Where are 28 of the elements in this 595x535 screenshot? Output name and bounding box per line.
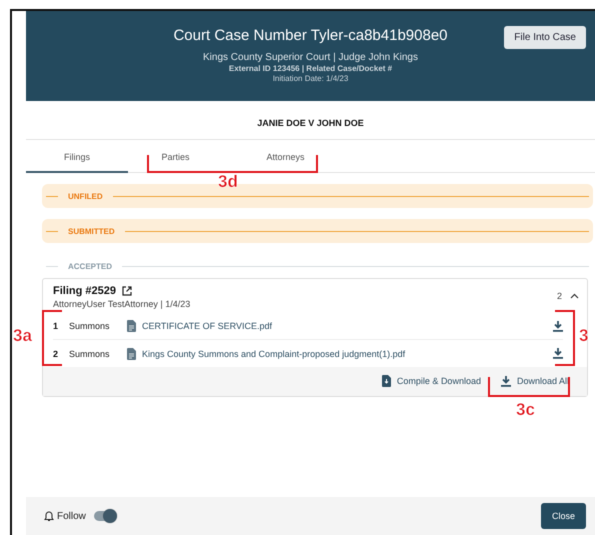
document-count: 2 <box>556 291 562 301</box>
document-type: Summons <box>69 321 111 331</box>
tab[interactable]: Filings <box>26 140 128 173</box>
status-label: SUBMITTED <box>68 226 115 236</box>
file-into-case-button[interactable]: File Into Case <box>504 26 586 49</box>
ids-line: External ID 123456 | Related Case/Docket # <box>228 64 392 73</box>
compile-download-button[interactable]: Compile & Download <box>382 375 481 387</box>
annotation-label: 3c <box>516 400 535 420</box>
tab[interactable]: Attorneys <box>223 140 348 173</box>
close-button[interactable]: Close <box>540 503 586 529</box>
file-link[interactable]: CERTIFICATE OF SERVICE.pdf <box>142 321 553 331</box>
follow-label: Follow <box>57 510 86 522</box>
filing-title: Filing #2529 <box>53 285 116 297</box>
case-title: Court Case Number Tyler-ca8b41b908e0 <box>173 27 448 44</box>
status-label: ACCEPTED <box>68 262 112 270</box>
document-number: 2 <box>53 348 60 358</box>
annotation-label: 3 <box>579 326 588 346</box>
filing-meta: AttorneyUser TestAttorney | 1/4/23 <box>53 299 190 309</box>
tab[interactable]: Parties <box>128 140 223 173</box>
annotation-label: 3a <box>13 326 32 346</box>
status-label: UNFILED <box>68 192 103 200</box>
court-line: Kings County Superior Court | Judge John Kings <box>203 52 418 63</box>
document-number: 1 <box>53 321 60 331</box>
initiation-date: Initiation Date: 1/4/23 <box>272 74 348 83</box>
case-name: JANIE DOE V JOHN DOE <box>26 101 595 140</box>
document-type: Summons <box>69 348 111 358</box>
annotation-label: 3d <box>218 172 238 192</box>
file-link[interactable]: Kings County Summons and Complaint-proposed judgment(1).pdf <box>142 348 553 358</box>
